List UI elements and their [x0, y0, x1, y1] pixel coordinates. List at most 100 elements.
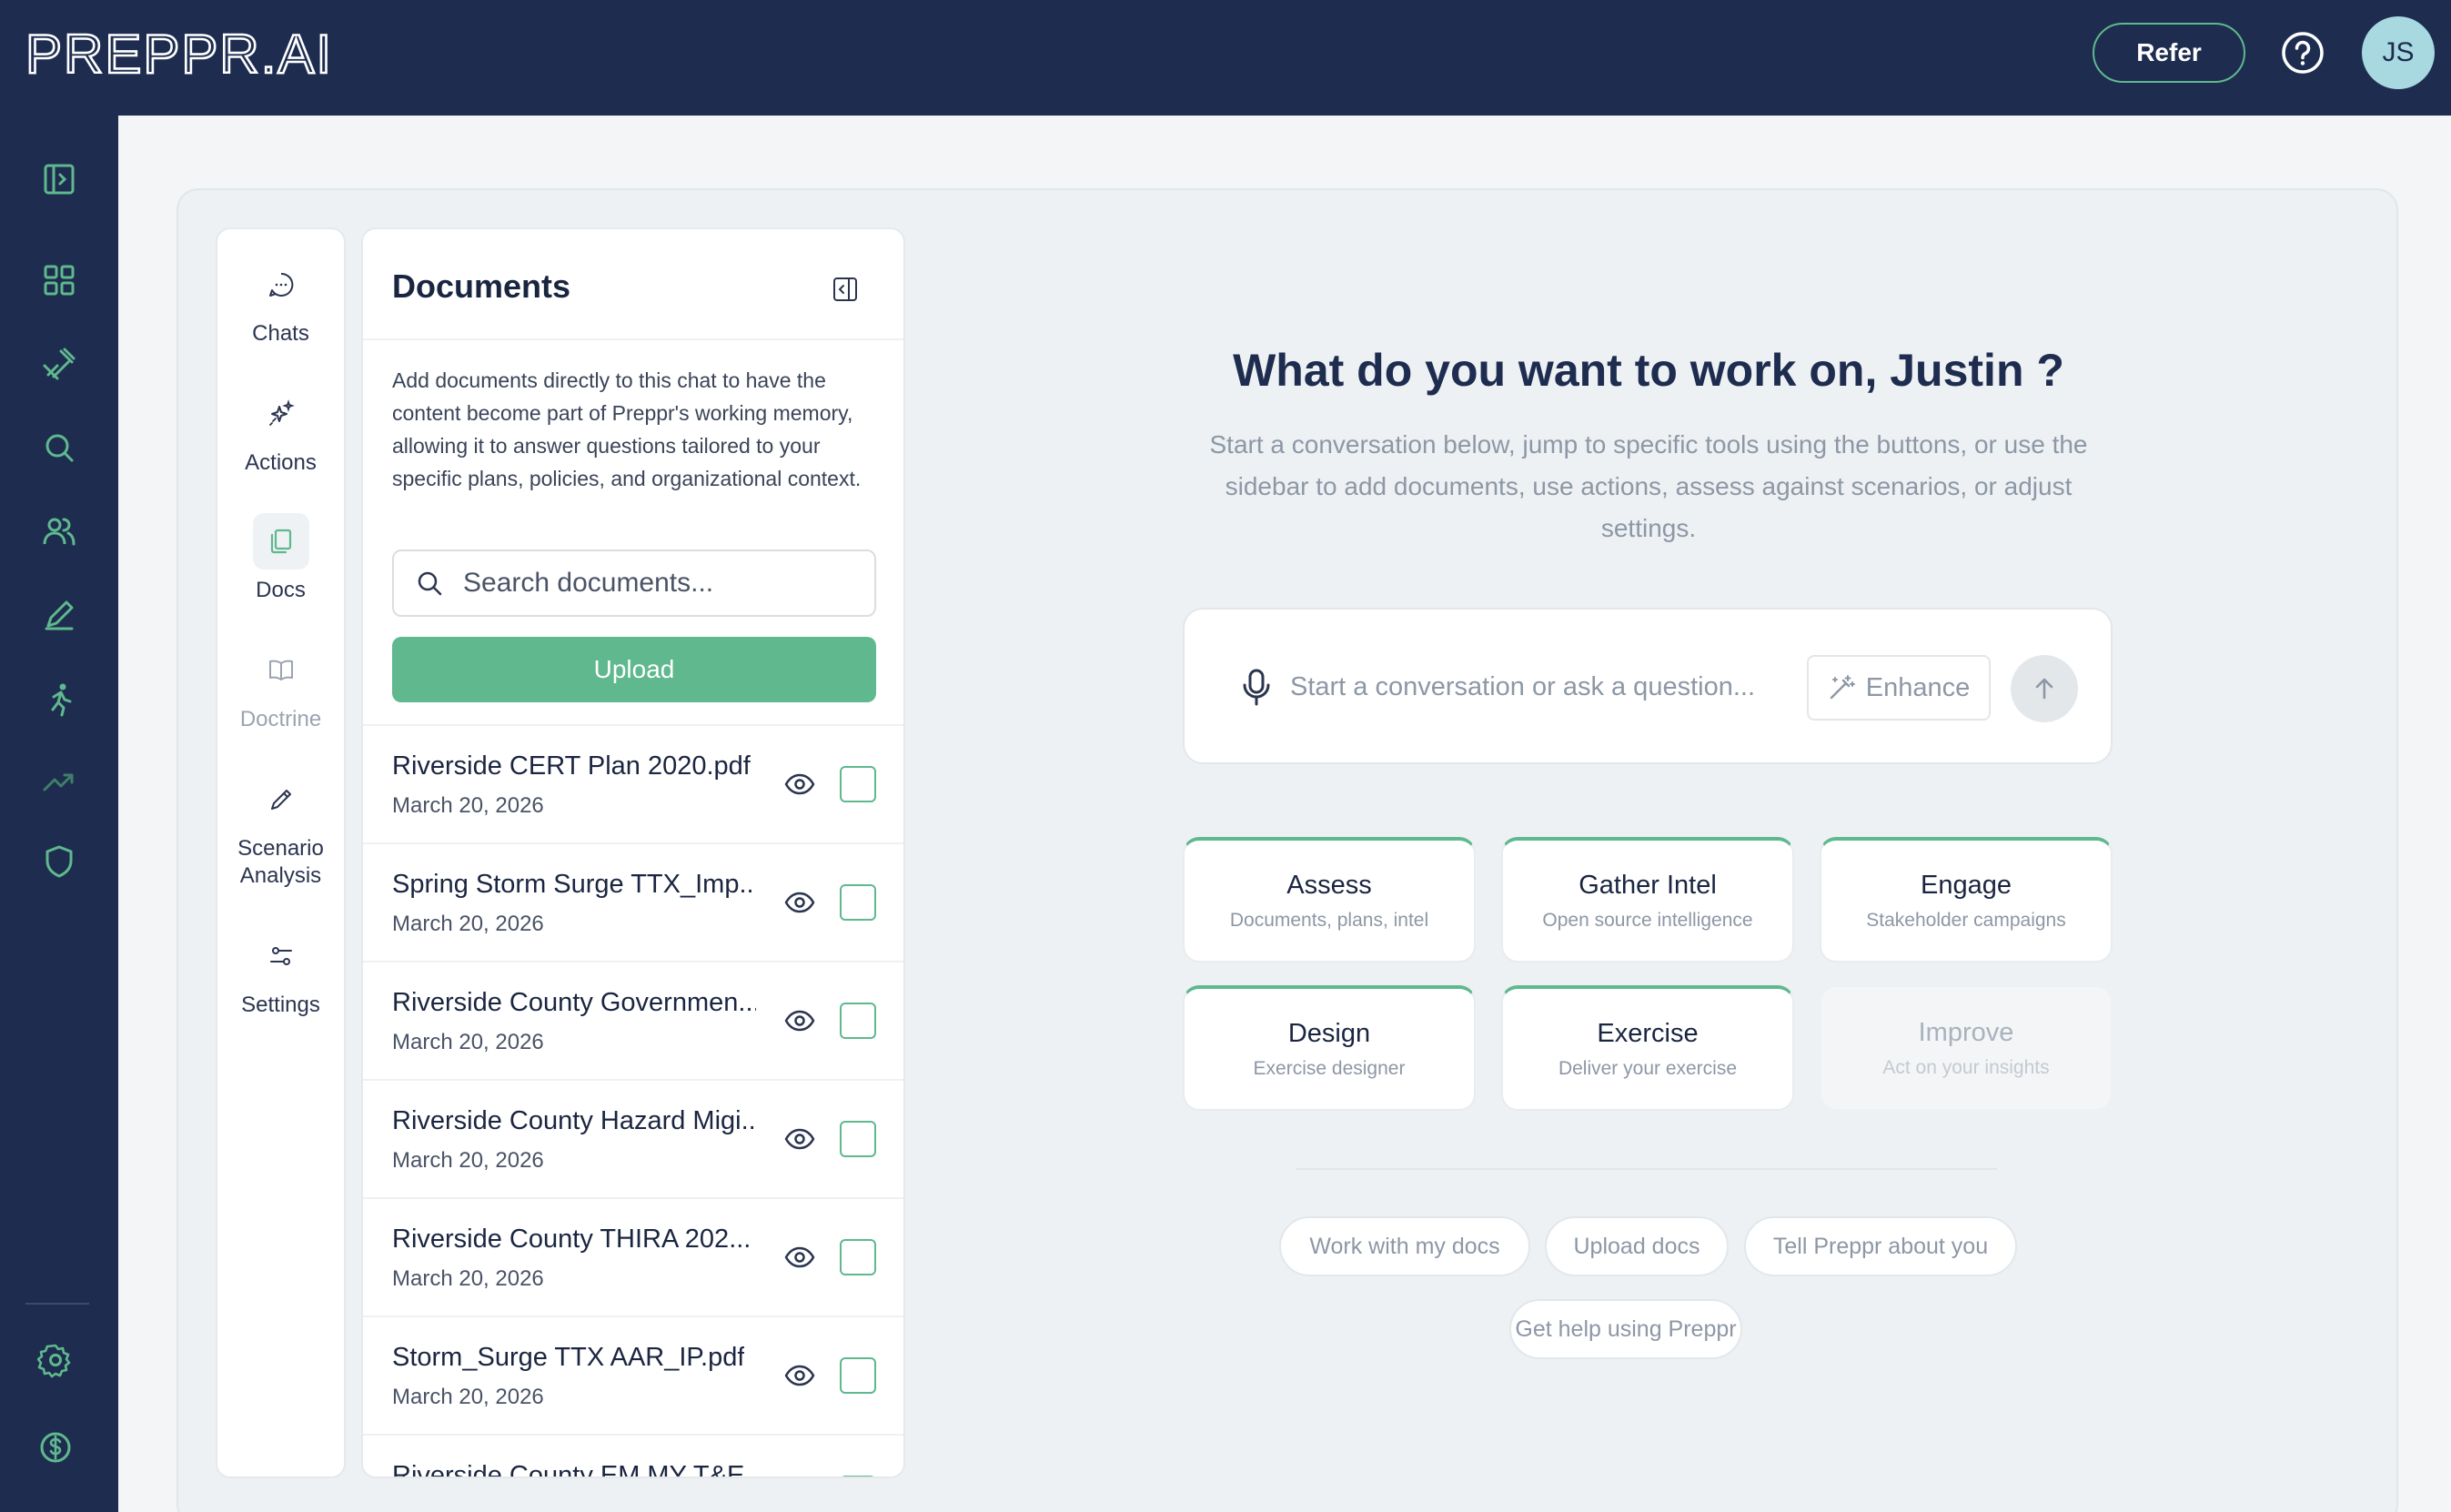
- suggestion-chip[interactable]: Tell Preppr about you: [1744, 1216, 2017, 1276]
- tile-assess[interactable]: Assess Documents, plans, intel: [1183, 837, 1476, 963]
- tool-chats[interactable]: Chats: [217, 257, 344, 348]
- sidebar-toggle-icon[interactable]: [36, 156, 82, 202]
- document-date: March 20, 2026: [392, 1385, 544, 1409]
- book-icon: [253, 642, 309, 699]
- tile-title: Improve: [1918, 1017, 2014, 1047]
- tool-scenario-analysis[interactable]: Scenario Analysis: [217, 771, 344, 890]
- tool-label: Scenario Analysis: [237, 836, 324, 888]
- document-checkbox[interactable]: [840, 884, 876, 921]
- suggestion-chip[interactable]: Get help using Preppr: [1509, 1299, 1742, 1359]
- gear-icon[interactable]: [33, 1337, 78, 1383]
- divider: [363, 338, 903, 340]
- enhance-label: Enhance: [1865, 672, 1971, 702]
- documents-description: Add documents directly to this chat to h…: [392, 368, 862, 490]
- document-name[interactable]: Riverside County Governmen...: [392, 988, 756, 1018]
- users-icon[interactable]: [36, 509, 82, 554]
- trending-icon[interactable]: [36, 758, 82, 803]
- documents-icon: [252, 513, 309, 570]
- suggestion-chip[interactable]: Upload docs: [1545, 1216, 1729, 1276]
- chat-bubble-icon: [253, 257, 309, 313]
- document-checkbox[interactable]: [840, 1239, 876, 1275]
- document-row[interactable]: Storm_Surge TTX AAR_IP.pdf March 20, 2026: [363, 1315, 903, 1434]
- rail-divider: [25, 1303, 89, 1305]
- documents-panel: Documents Add documents directly to this…: [361, 227, 905, 1478]
- tool-label: Settings: [241, 993, 320, 1017]
- document-checkbox[interactable]: [840, 766, 876, 802]
- eye-icon[interactable]: [783, 1359, 816, 1392]
- document-search[interactable]: [392, 549, 876, 617]
- document-row[interactable]: Riverside County EM MY T&E...: [363, 1434, 903, 1478]
- document-checkbox[interactable]: [840, 1357, 876, 1394]
- tool-settings[interactable]: Settings: [217, 928, 344, 1019]
- eye-icon[interactable]: [783, 1123, 816, 1155]
- tile-improve[interactable]: Improve Act on your insights: [1820, 985, 2113, 1111]
- eye-icon[interactable]: [783, 768, 816, 801]
- tile-exercise[interactable]: Exercise Deliver your exercise: [1501, 985, 1794, 1111]
- refer-button[interactable]: Refer: [2093, 23, 2245, 83]
- eye-icon[interactable]: [783, 1241, 816, 1274]
- eye-icon[interactable]: [783, 1004, 816, 1037]
- document-row[interactable]: Riverside County Hazard Migi... March 20,…: [363, 1079, 903, 1197]
- send-button[interactable]: [2011, 655, 2078, 722]
- document-name[interactable]: Riverside County THIRA 202...: [392, 1225, 751, 1255]
- document-date: March 20, 2026: [392, 1148, 544, 1173]
- tool-label: Actions: [245, 450, 317, 475]
- document-date: March 20, 2026: [392, 1266, 544, 1291]
- document-row[interactable]: Riverside County Governmen... March 20, 2…: [363, 961, 903, 1079]
- tool-column: Chats Actions Docs Doctrine Scenario Ana…: [216, 227, 346, 1478]
- document-date: March 20, 2026: [392, 1030, 544, 1054]
- document-checkbox[interactable]: [840, 1476, 876, 1477]
- dollar-icon[interactable]: [33, 1425, 78, 1470]
- search-icon[interactable]: [36, 425, 82, 470]
- search-icon: [418, 571, 442, 596]
- document-row[interactable]: Riverside County THIRA 202... March 20, 2…: [363, 1197, 903, 1315]
- document-row[interactable]: Riverside CERT Plan 2020.pdf March 20, 20…: [363, 724, 903, 842]
- eye-icon[interactable]: [783, 886, 816, 919]
- tool-doctrine[interactable]: Doctrine: [217, 642, 344, 733]
- document-name[interactable]: Riverside CERT Plan 2020.pdf: [392, 751, 751, 781]
- tile-subtitle: Stakeholder campaigns: [1866, 909, 2066, 931]
- search-input[interactable]: [463, 568, 863, 599]
- eye-icon[interactable]: [783, 1477, 816, 1478]
- tile-subtitle: Exercise designer: [1253, 1057, 1406, 1079]
- tile-subtitle: Act on your insights: [1882, 1056, 2050, 1078]
- dashboard-icon[interactable]: [36, 257, 82, 303]
- tile-gather-intel[interactable]: Gather Intel Open source intelligence: [1501, 837, 1794, 963]
- document-name[interactable]: Spring Storm Surge TTX_Imp...: [392, 870, 756, 900]
- chat-input[interactable]: [1290, 664, 1781, 710]
- tools-icon[interactable]: [36, 341, 82, 387]
- tile-title: Assess: [1286, 870, 1372, 900]
- tile-title: Design: [1287, 1018, 1371, 1048]
- upload-button[interactable]: Upload: [392, 637, 876, 702]
- tile-subtitle: Documents, plans, intel: [1229, 909, 1429, 931]
- tile-design[interactable]: Design Exercise designer: [1183, 985, 1476, 1111]
- document-name[interactable]: Riverside County Hazard Migi...: [392, 1106, 756, 1136]
- arrow-up-icon: [2035, 678, 2053, 700]
- top-bar: PREPPR.AI Refer JS: [0, 0, 2451, 116]
- runner-icon[interactable]: [36, 676, 82, 721]
- suggestion-chip[interactable]: Work with my docs: [1279, 1216, 1530, 1276]
- microphone-icon[interactable]: [1236, 666, 1277, 708]
- help-circle-icon[interactable]: [2279, 29, 2326, 76]
- tool-label: Docs: [256, 578, 306, 602]
- tool-actions[interactable]: Actions: [217, 386, 344, 477]
- document-checkbox[interactable]: [840, 1121, 876, 1157]
- tile-subtitle: Open source intelligence: [1542, 909, 1753, 931]
- document-name[interactable]: Riverside County EM MY T&E...: [392, 1461, 756, 1477]
- document-checkbox[interactable]: [840, 1003, 876, 1039]
- document-row[interactable]: Spring Storm Surge TTX_Imp... March 20, 2…: [363, 842, 903, 961]
- page-subtitle: Start a conversation below, jump to spec…: [1209, 430, 2088, 542]
- tile-engage[interactable]: Engage Stakeholder campaigns: [1820, 837, 2113, 963]
- enhance-button[interactable]: Enhance: [1807, 655, 1991, 721]
- document-name[interactable]: Storm_Surge TTX AAR_IP.pdf: [392, 1343, 744, 1373]
- preppr-logo[interactable]: PREPPR.AI: [25, 25, 371, 80]
- shield-icon[interactable]: [36, 839, 82, 884]
- documents-title: Documents: [392, 267, 571, 305]
- tile-title: Engage: [1921, 870, 2012, 900]
- pen-icon[interactable]: [36, 592, 82, 638]
- tool-docs[interactable]: Docs: [217, 513, 344, 604]
- document-date: March 20, 2026: [392, 793, 544, 818]
- tile-subtitle: Deliver your exercise: [1558, 1057, 1738, 1079]
- collapse-panel-icon[interactable]: [831, 275, 860, 304]
- avatar[interactable]: JS: [2362, 16, 2435, 89]
